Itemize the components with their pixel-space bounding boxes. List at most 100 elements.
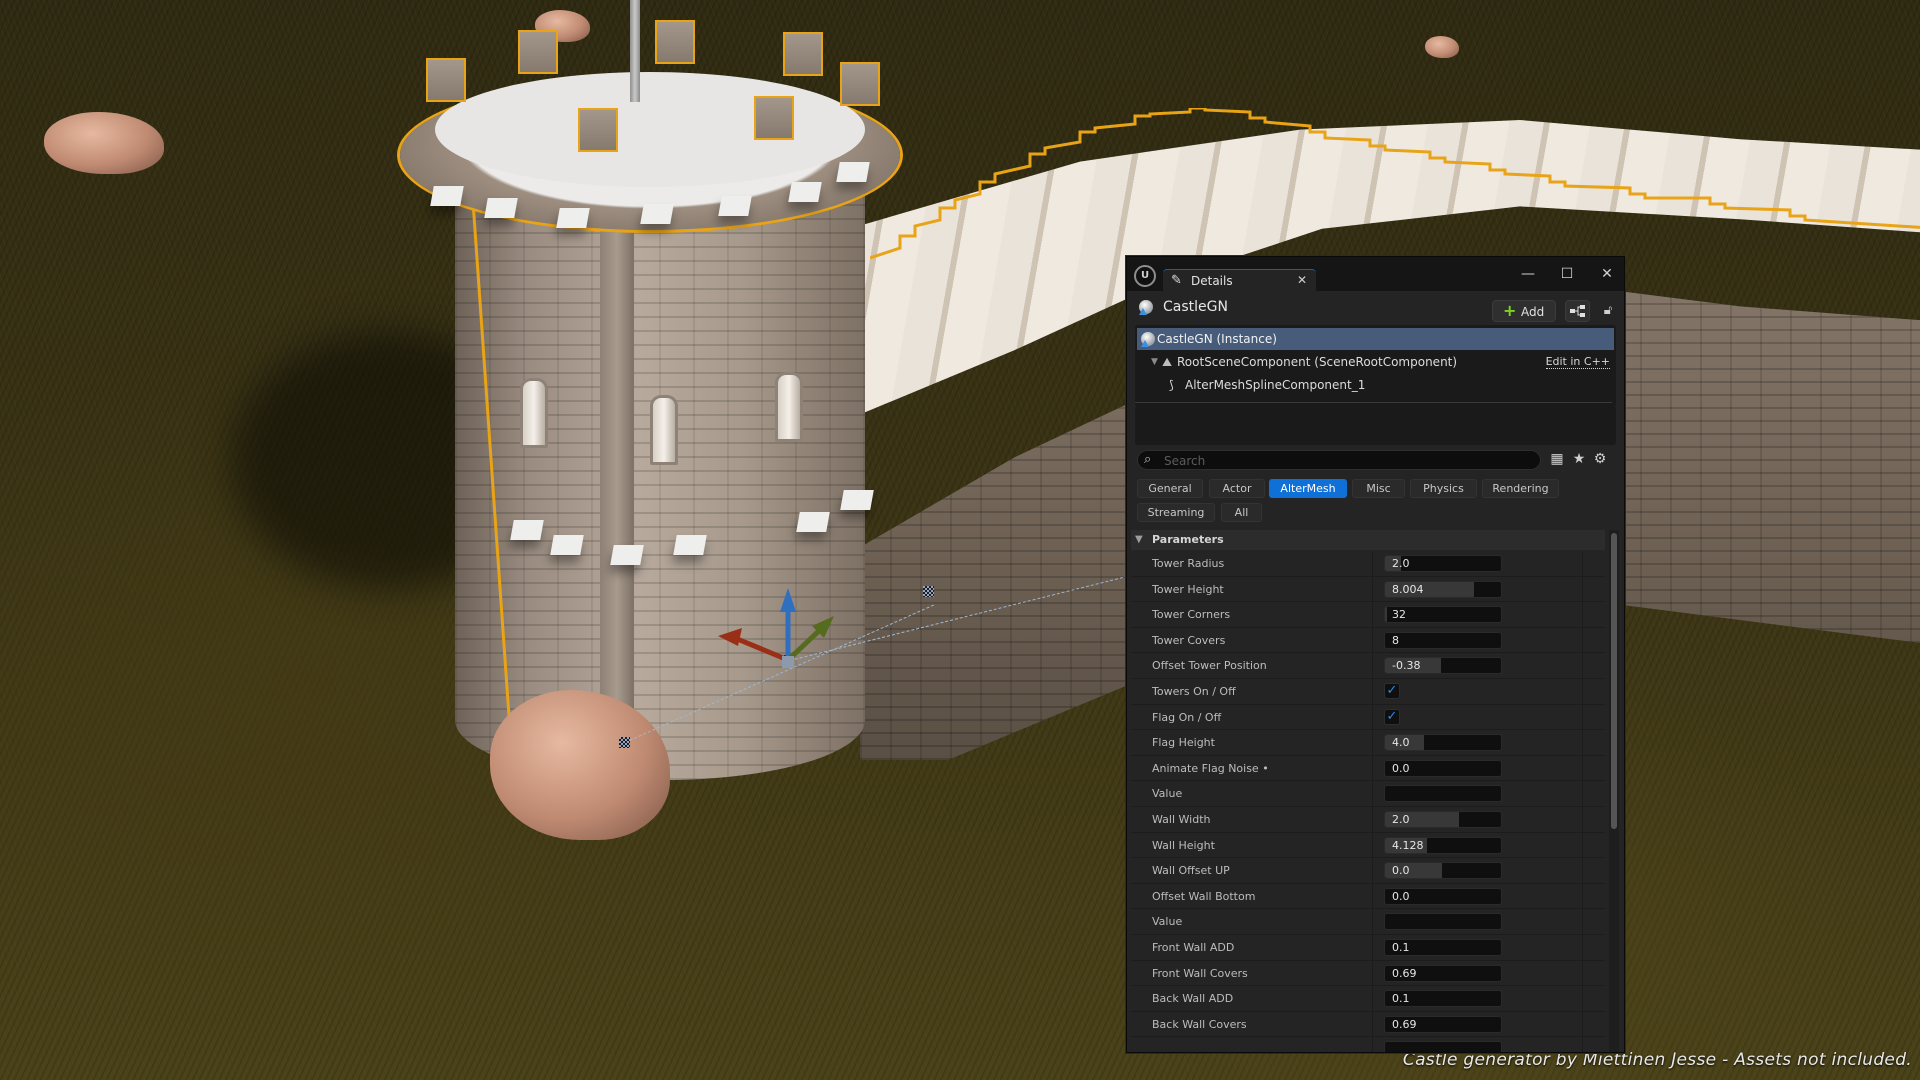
collapse-caret-icon[interactable]: ▼ — [1135, 534, 1143, 545]
category-rendering[interactable]: Rendering — [1482, 479, 1559, 498]
property-checkbox[interactable]: ✓ — [1384, 708, 1400, 725]
castle-tower[interactable] — [455, 180, 865, 780]
category-misc[interactable]: Misc — [1352, 479, 1405, 498]
column-splitter[interactable] — [1372, 883, 1373, 909]
column-splitter[interactable] — [1372, 858, 1373, 883]
component-tree: CastleGN (Instance) ▼ ⛰ RootSceneCompone… — [1135, 325, 1616, 407]
tab-close-icon[interactable]: ✕ — [1297, 273, 1307, 287]
gizmo-pivot — [782, 656, 794, 668]
favorites-star-icon[interactable]: ★ — [1570, 451, 1588, 467]
unreal-logo-icon: U — [1134, 265, 1156, 287]
flagpole[interactable] — [630, 0, 640, 102]
lock-icon[interactable]: 🔓︎ — [1598, 300, 1618, 322]
settings-gear-icon[interactable]: ⚙ — [1591, 451, 1609, 467]
property-number-input[interactable]: 0.0 — [1384, 862, 1502, 880]
edit-in-cpp-link[interactable]: Edit in C++ — [1545, 355, 1610, 369]
property-label: Towers On / Off — [1152, 685, 1236, 698]
property-value: 0.69 — [1392, 1017, 1417, 1031]
property-number-input[interactable]: 4.0 — [1384, 734, 1502, 752]
tower-corbel — [673, 535, 707, 555]
spline-component-icon: ⟆ — [1169, 378, 1174, 392]
property-label: Value — [1152, 915, 1183, 929]
parameters-section-title: Parameters — [1152, 533, 1224, 546]
details-titlebar[interactable]: U ✎ Details ✕ — ☐ ✕ — [1127, 257, 1624, 292]
column-splitter[interactable] — [1372, 551, 1373, 576]
add-component-button[interactable]: + Add — [1492, 300, 1556, 322]
property-number-input[interactable]: 2.0 — [1384, 811, 1502, 828]
category-all[interactable]: All — [1221, 503, 1262, 522]
tab-details-label: Details — [1191, 274, 1233, 288]
property-label: Tower Covers — [1152, 633, 1226, 647]
property-scrollbar-thumb[interactable] — [1611, 533, 1617, 829]
column-splitter[interactable] — [1372, 653, 1373, 678]
column-divider — [1582, 986, 1583, 1011]
tower-corbel — [484, 198, 518, 218]
property-label: Offset Tower Position — [1152, 659, 1267, 673]
category-general[interactable]: General — [1137, 479, 1203, 498]
parameters-section-header[interactable]: ▼ Parameters — [1131, 530, 1605, 550]
property-row: Towers On / Off ✓ — [1131, 679, 1605, 705]
column-splitter[interactable] — [1372, 807, 1373, 832]
property-number-input[interactable]: 0.0 — [1384, 887, 1502, 905]
column-divider — [1582, 883, 1583, 909]
property-row: Tower Height 8.004 — [1131, 576, 1605, 603]
property-number-input[interactable] — [1384, 785, 1502, 803]
property-row: Flag Height 4.0 — [1131, 730, 1605, 756]
tower-corbel — [788, 182, 822, 202]
category-altermesh[interactable]: AlterMesh — [1269, 479, 1347, 498]
component-row-spline[interactable]: ⟆ AlterMeshSplineComponent_1 — [1137, 374, 1614, 396]
column-splitter[interactable] — [1372, 679, 1373, 704]
property-number-input[interactable]: 0.1 — [1384, 939, 1502, 956]
property-matrix-icon[interactable]: ▦ — [1548, 451, 1566, 467]
component-row-root[interactable]: ▼ ⛰ RootSceneComponent (SceneRootCompone… — [1137, 351, 1614, 373]
column-splitter[interactable] — [1372, 781, 1373, 806]
property-value: 32 — [1392, 608, 1406, 622]
column-splitter[interactable] — [1372, 576, 1373, 602]
column-splitter[interactable] — [1372, 832, 1373, 858]
property-number-input[interactable] — [1384, 1041, 1502, 1052]
property-label: Tower Height — [1152, 582, 1224, 596]
level-viewport[interactable]: Castle generator by Miettinen Jesse - As… — [0, 0, 1920, 1080]
component-row-instance[interactable]: CastleGN (Instance) — [1137, 328, 1614, 350]
column-splitter[interactable] — [1372, 986, 1373, 1011]
category-actor[interactable]: Actor — [1209, 479, 1265, 498]
expand-caret-icon[interactable]: ▼ — [1151, 357, 1158, 367]
spline-point[interactable] — [619, 737, 630, 748]
property-number-input[interactable]: -0.38 — [1384, 657, 1502, 675]
column-splitter[interactable] — [1372, 935, 1373, 960]
search-input[interactable] — [1162, 452, 1536, 470]
column-splitter[interactable] — [1372, 960, 1373, 986]
property-number-input[interactable]: 0.69 — [1384, 1015, 1502, 1033]
property-number-input[interactable]: 8.004 — [1384, 580, 1502, 598]
column-splitter[interactable] — [1372, 704, 1373, 730]
category-physics[interactable]: Physics — [1410, 479, 1477, 498]
property-number-input[interactable]: 8 — [1384, 631, 1502, 649]
property-number-input[interactable]: 0.1 — [1384, 990, 1502, 1008]
minimize-button[interactable]: — — [1514, 264, 1542, 284]
column-splitter[interactable] — [1372, 602, 1373, 627]
property-number-input[interactable]: 32 — [1384, 606, 1502, 624]
column-divider — [1582, 807, 1583, 832]
property-number-input[interactable]: 4.128 — [1384, 836, 1502, 854]
rock — [1425, 36, 1459, 58]
transform-gizmo[interactable] — [700, 570, 950, 690]
category-streaming[interactable]: Streaming — [1137, 503, 1215, 522]
property-number-input[interactable]: 0.69 — [1384, 964, 1502, 982]
maximize-button[interactable]: ☐ — [1553, 264, 1581, 284]
details-search[interactable]: ⌕ — [1137, 450, 1541, 470]
property-checkbox[interactable]: ✓ — [1384, 683, 1400, 699]
column-splitter[interactable] — [1372, 627, 1373, 653]
column-splitter[interactable] — [1372, 755, 1373, 781]
column-divider — [1582, 576, 1583, 602]
column-splitter[interactable] — [1372, 1011, 1373, 1037]
tab-details[interactable]: ✎ Details ✕ — [1163, 269, 1316, 292]
property-label: Wall Offset UP — [1152, 864, 1230, 878]
column-splitter[interactable] — [1372, 730, 1373, 755]
column-splitter[interactable] — [1372, 1037, 1373, 1052]
property-number-input[interactable]: 0.0 — [1384, 759, 1502, 777]
property-number-input[interactable]: 2.0 — [1384, 555, 1502, 572]
blueprint-button[interactable] — [1565, 300, 1590, 322]
close-window-button[interactable]: ✕ — [1593, 264, 1621, 284]
property-number-input[interactable] — [1384, 913, 1502, 931]
column-splitter[interactable] — [1372, 909, 1373, 934]
